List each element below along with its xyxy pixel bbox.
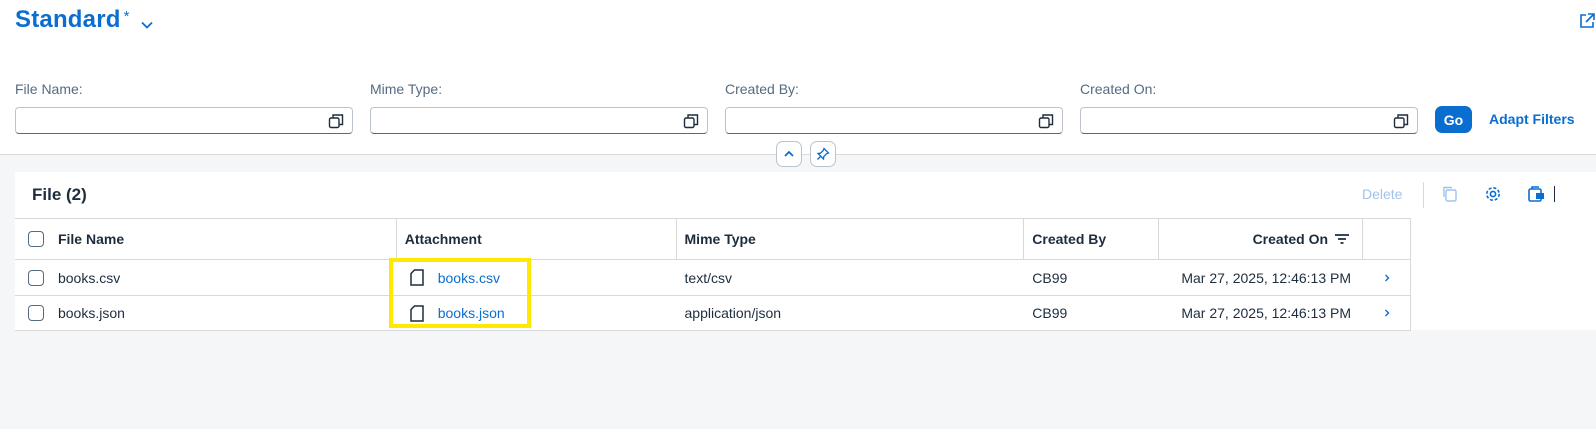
row-select-cell	[15, 260, 58, 295]
collapse-header-button[interactable]	[776, 141, 802, 167]
created-by-value: CB99	[1032, 305, 1068, 321]
file-name-cell: books.json	[57, 305, 125, 321]
filter-label: Created On:	[1080, 81, 1157, 97]
attachment-link[interactable]: books.json	[438, 305, 505, 321]
collapse-icon	[784, 150, 794, 157]
row-checkbox[interactable]	[28, 305, 45, 321]
attachment-cell: books.csv	[397, 260, 677, 295]
delete-button[interactable]: Delete	[1362, 186, 1402, 202]
variant-selector[interactable]: Standard *	[15, 6, 154, 34]
pin-icon	[816, 147, 830, 161]
created-by-cell: CB99	[1024, 260, 1159, 295]
table-row[interactable]: books.json books.json application/json C…	[15, 295, 1410, 331]
column-header-label: Created On	[1252, 231, 1329, 247]
column-header-attachment[interactable]: Attachment	[397, 219, 677, 259]
value-help-icon[interactable]	[1038, 113, 1054, 129]
file-name-input[interactable]	[15, 107, 353, 134]
attachment-cell: books.json	[397, 296, 677, 330]
table-header-row: File Name Attachment Mime Type Created B…	[15, 218, 1410, 259]
mime-type-input[interactable]	[370, 107, 708, 134]
filter-label: Created By:	[725, 81, 799, 97]
column-header-file-name[interactable]: File Name	[58, 219, 397, 259]
table-title: File (2)	[32, 185, 87, 204]
created-on-cell: Mar 27, 2025, 12:46:13 PM	[1181, 269, 1352, 286]
settings-icon[interactable]	[1484, 185, 1502, 203]
adapt-filters-button[interactable]: Adapt Filters	[1489, 111, 1575, 127]
mime-type-cell: text/csv	[684, 269, 732, 286]
chevron-down-icon[interactable]	[140, 18, 154, 32]
go-button[interactable]: Go	[1435, 106, 1472, 133]
filter-label: Mime Type:	[370, 81, 443, 97]
row-checkbox[interactable]	[28, 269, 45, 286]
chevron-right-icon[interactable]	[1382, 308, 1392, 318]
variant-title[interactable]: Standard	[15, 6, 121, 34]
select-all-checkbox[interactable]	[28, 231, 45, 247]
filter-label: File Name:	[15, 81, 83, 97]
toolbar-divider	[1554, 186, 1555, 202]
toolbar-separator	[1423, 182, 1424, 208]
nav-column-header	[1363, 219, 1410, 259]
created-by-cell: CB99	[1024, 296, 1159, 330]
file-table-panel: File (2) Delete File Name Attachment Mim…	[15, 172, 1596, 331]
value-help-icon[interactable]	[328, 113, 344, 129]
filter-created-on: Created On:	[1080, 80, 1418, 134]
mime-type-cell: application/json	[684, 305, 782, 321]
created-on-input[interactable]	[1080, 107, 1418, 134]
created-on-cell: Mar 27, 2025, 12:46:13 PM	[1181, 305, 1352, 321]
pin-header-button[interactable]	[810, 141, 836, 167]
filter-mime-type: Mime Type:	[370, 80, 708, 134]
file-name-cell: books.csv	[57, 269, 121, 286]
created-by-value: CB99	[1032, 269, 1068, 286]
filter-file-name: File Name:	[15, 80, 353, 134]
file-icon	[409, 304, 424, 322]
file-icon	[409, 269, 424, 286]
copy-icon[interactable]	[1441, 185, 1459, 203]
column-header-mime-type[interactable]: Mime Type	[677, 219, 1025, 259]
row-navigation[interactable]	[1363, 260, 1410, 295]
column-header-created-by[interactable]: Created By	[1024, 219, 1160, 259]
attachment-link[interactable]: books.csv	[438, 270, 500, 286]
sort-icon	[1335, 234, 1350, 244]
value-help-icon[interactable]	[683, 113, 699, 129]
row-select-cell	[15, 296, 58, 330]
select-all-cell	[15, 219, 58, 259]
file-table: File Name Attachment Mime Type Created B…	[15, 218, 1411, 331]
share-icon[interactable]	[1578, 12, 1596, 30]
chevron-right-icon[interactable]	[1382, 273, 1392, 283]
column-header-created-on[interactable]: Created On	[1159, 219, 1364, 259]
filter-header: Standard * File Name: Mime Type: Created…	[0, 0, 1596, 155]
created-by-input[interactable]	[725, 107, 1063, 134]
filter-created-by: Created By:	[725, 80, 1063, 134]
value-help-icon[interactable]	[1393, 113, 1409, 129]
row-navigation[interactable]	[1363, 296, 1410, 330]
export-icon[interactable]	[1527, 185, 1545, 203]
variant-modified-marker: *	[123, 8, 130, 25]
table-row[interactable]: books.csv books.csv text/csv CB99 Mar 27…	[15, 259, 1410, 295]
